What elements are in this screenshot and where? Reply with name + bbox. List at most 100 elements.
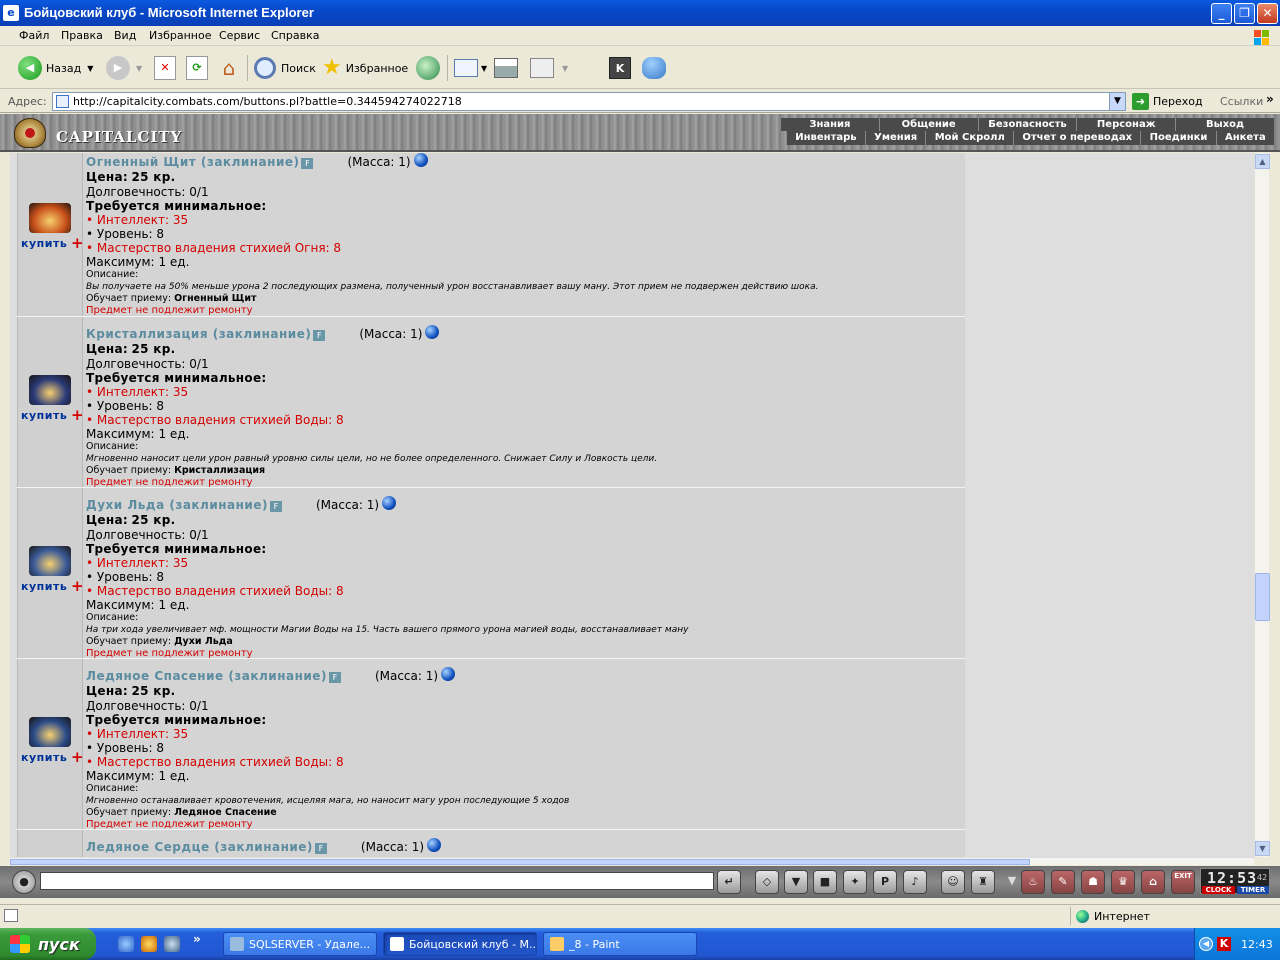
menu-help[interactable]: Справка (271, 29, 319, 42)
add-plus-icon[interactable]: + (71, 579, 84, 594)
nav-my-scroll[interactable]: Мой Скролл (925, 131, 1014, 145)
item-name[interactable]: Духи Льда (заклинание) (86, 498, 268, 512)
nav-exit[interactable]: Выход (1175, 118, 1274, 131)
tray-expand-icon[interactable]: ◀ (1199, 937, 1213, 951)
required-label: Требуется минимальное: (86, 199, 267, 213)
edit-dropdown-icon[interactable]: ▼ (562, 64, 568, 73)
nav-character[interactable]: Персонаж (1076, 118, 1176, 131)
nav-communication[interactable]: Общение (878, 118, 978, 131)
info-globe-icon[interactable] (425, 325, 440, 339)
hscroll-thumb[interactable] (10, 859, 1030, 865)
item-description: Мгновенно останавливает кровотечения, ис… (86, 796, 570, 806)
eraser-icon[interactable]: ◇ (755, 870, 779, 894)
timer-label[interactable]: TIMER (1237, 886, 1269, 894)
buy-link[interactable]: купить (21, 751, 67, 764)
chat-mode-icon[interactable]: ● (12, 870, 36, 894)
task-ie[interactable]: Бойцовский клуб - М... (383, 932, 537, 956)
info-globe-icon[interactable] (441, 667, 456, 681)
save-icon[interactable]: ■ (813, 870, 837, 894)
buy-link[interactable]: купить (21, 237, 67, 250)
quicklaunch-media-icon[interactable] (141, 936, 157, 952)
back-button[interactable]: ◀ Назад ▼ (18, 54, 93, 82)
mail-dropdown-icon[interactable]: ▼ (481, 64, 487, 73)
item-name[interactable]: Ледяное Сердце (заклинание) (86, 840, 313, 854)
quicklaunch-desktop-icon[interactable] (164, 936, 180, 952)
buy-link[interactable]: купить (21, 580, 67, 593)
history-button[interactable] (416, 54, 440, 82)
address-dropdown-icon[interactable]: ▼ (1109, 93, 1125, 110)
refresh-button[interactable]: ⟳ (186, 54, 208, 82)
links-more-icon[interactable]: » (1266, 92, 1274, 106)
stop-button[interactable]: ✕ (154, 54, 176, 82)
task-paint[interactable]: _8 - Paint (543, 932, 697, 956)
quicklaunch-more-icon[interactable]: » (193, 932, 201, 946)
menu-favorites[interactable]: Избранное (149, 29, 211, 42)
nav-battles[interactable]: Поединки (1140, 131, 1216, 145)
start-button[interactable]: пуск (0, 928, 96, 960)
search-button[interactable]: Поиск (254, 54, 316, 82)
vertical-scrollbar[interactable]: ▲ ▼ (1254, 153, 1270, 857)
scroll-icon[interactable]: ✎ (1051, 870, 1075, 894)
info-globe-icon[interactable] (427, 838, 442, 852)
scroll-thumb[interactable] (1255, 573, 1270, 621)
links-label[interactable]: Ссылки (1220, 95, 1263, 108)
info-globe-icon[interactable] (382, 496, 397, 510)
nav-security[interactable]: Безопасность (977, 118, 1077, 131)
item-name[interactable]: Ледяное Спасение (заклинание) (86, 669, 327, 683)
info-globe-icon[interactable] (413, 153, 428, 167)
item-name[interactable]: Кристаллизация (заклинание) (86, 327, 311, 341)
task-sqlserver[interactable]: SQLSERVER - Удале... (223, 932, 377, 956)
nav-knowledge[interactable]: Знания (780, 118, 879, 131)
forward-button[interactable]: ▶ ▼ (106, 54, 142, 82)
smile-icon[interactable]: ☺ (941, 870, 965, 894)
potion-icon[interactable]: ♨ (1021, 870, 1045, 894)
helmet-icon[interactable]: ♜ (971, 870, 995, 894)
go-button[interactable]: ➜ Переход (1132, 93, 1203, 110)
add-plus-icon[interactable]: + (71, 750, 84, 765)
quicklaunch-ie-icon[interactable] (118, 936, 134, 952)
horizontal-scrollbar[interactable] (10, 857, 1254, 865)
sound-icon[interactable]: ♪ (903, 870, 927, 894)
shop-icon[interactable]: ⌂ (1141, 870, 1165, 894)
maximize-button[interactable]: ❐ (1234, 3, 1255, 24)
clock-time: 12:53 (1207, 869, 1258, 887)
menu-view[interactable]: Вид (114, 29, 136, 42)
clock-label[interactable]: CLOCK (1202, 886, 1235, 894)
nav-inventory[interactable]: Инвентарь (786, 131, 865, 145)
back-dropdown-icon[interactable]: ▼ (87, 64, 93, 73)
close-button[interactable]: ✕ (1257, 3, 1278, 24)
exit-button[interactable]: EXIT (1171, 870, 1195, 894)
item-description: Вы получаете на 50% меньше урона 2 после… (86, 282, 819, 292)
chat-input[interactable] (40, 872, 714, 890)
kaspersky-tray-icon[interactable]: K (1217, 937, 1231, 951)
home-button[interactable]: ⌂ (217, 54, 241, 82)
add-plus-icon[interactable]: + (71, 236, 84, 251)
nav-profile[interactable]: Анкета (1215, 131, 1275, 145)
character-icon[interactable]: ☗ (1081, 870, 1105, 894)
task-label: Бойцовский клуб - М... (409, 937, 537, 951)
mail-button[interactable]: ▼ (454, 54, 487, 82)
menu-file[interactable]: Файл (19, 29, 49, 42)
send-icon[interactable]: ↵ (717, 870, 741, 894)
menu-tools[interactable]: Сервис (219, 29, 260, 42)
add-plus-icon[interactable]: + (71, 408, 84, 423)
minimize-button[interactable]: _ (1211, 3, 1232, 24)
filter-icon[interactable]: ▼ (784, 870, 808, 894)
kaspersky-button[interactable]: K (609, 54, 631, 82)
item-name[interactable]: Огненный Щит (заклинание) (86, 155, 299, 169)
menu-edit[interactable]: Правка (61, 29, 103, 42)
scroll-down-icon[interactable]: ▼ (1255, 841, 1270, 856)
scroll-up-icon[interactable]: ▲ (1255, 154, 1270, 169)
nav-skills[interactable]: Умения (864, 131, 926, 145)
nav-transfer-report[interactable]: Отчет о переводах (1013, 131, 1141, 145)
armor-icon[interactable]: ♛ (1111, 870, 1135, 894)
favorites-button[interactable]: ★ Избранное (322, 54, 408, 82)
edit-button[interactable]: ▼ (530, 54, 568, 82)
private-icon[interactable]: P (873, 870, 897, 894)
buy-link[interactable]: купить (21, 409, 67, 422)
print-button[interactable] (494, 54, 518, 82)
fighter-icon[interactable]: ✦ (843, 870, 867, 894)
messenger-button[interactable] (642, 54, 666, 82)
forward-dropdown-icon[interactable]: ▼ (136, 64, 142, 73)
address-input[interactable]: http://capitalcity.combats.com/buttons.p… (52, 92, 1126, 111)
